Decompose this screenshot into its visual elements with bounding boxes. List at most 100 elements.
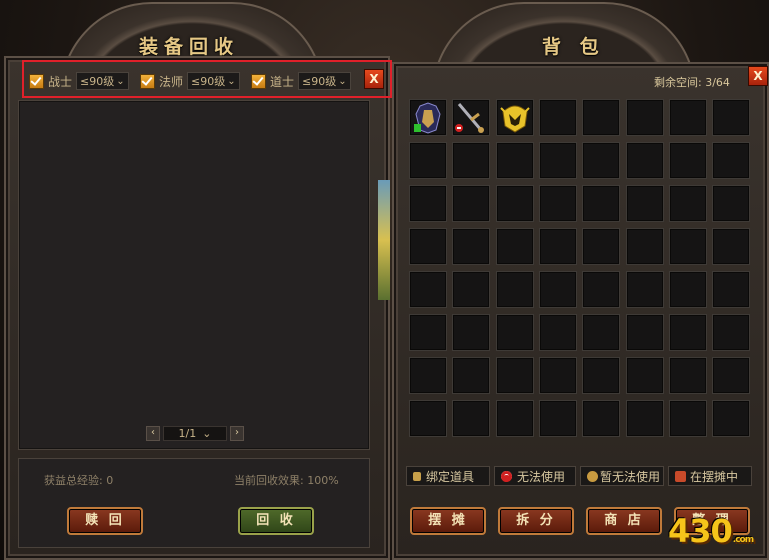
bag-slot[interactable] xyxy=(539,271,577,308)
bag-slot[interactable] xyxy=(712,357,750,394)
sword-icon xyxy=(455,103,484,133)
bag-slot[interactable] xyxy=(496,271,534,308)
legend-in-stall: 在摆摊中 xyxy=(668,466,752,486)
bag-close-button[interactable]: X xyxy=(748,66,768,86)
bag-slot[interactable] xyxy=(496,99,534,136)
mage-checkbox[interactable] xyxy=(140,73,155,89)
bag-slot[interactable] xyxy=(669,357,707,394)
bag-slot[interactable] xyxy=(496,228,534,265)
bag-slot[interactable] xyxy=(539,99,577,136)
taoist-checkbox[interactable] xyxy=(251,73,266,89)
warrior-label: 战士 xyxy=(48,74,73,89)
mage-label: 法师 xyxy=(159,74,184,89)
bag-slot[interactable] xyxy=(452,314,490,351)
legend-temp-unusable-label: 暂无法使用 xyxy=(600,469,661,484)
redeem-button[interactable]: 赎 回 xyxy=(67,507,143,535)
bag-slot[interactable] xyxy=(582,357,620,394)
bag-slot[interactable] xyxy=(669,142,707,179)
armor-icon xyxy=(414,102,441,134)
taoist-level-value: ≤90级 xyxy=(302,75,337,88)
site-logo: 430.com xyxy=(668,512,754,550)
recycle-item-area xyxy=(18,100,370,450)
recycle-efficiency-text: 当前回收效果: 100% xyxy=(234,474,339,487)
taoist-level-select[interactable]: ≤90级 ⌄ xyxy=(298,72,351,90)
chevron-down-icon: ⌄ xyxy=(227,75,236,87)
bag-slot[interactable] xyxy=(496,400,534,437)
bag-slot[interactable] xyxy=(409,314,447,351)
legend-unusable: 无法使用 xyxy=(494,466,576,486)
bag-slot[interactable] xyxy=(626,228,664,265)
bag-slot[interactable] xyxy=(669,185,707,222)
bag-slot[interactable] xyxy=(452,271,490,308)
bag-slot[interactable] xyxy=(626,185,664,222)
bag-slot[interactable] xyxy=(539,400,577,437)
bag-slot[interactable] xyxy=(626,314,664,351)
bag-slot[interactable] xyxy=(496,357,534,394)
bag-slot[interactable] xyxy=(669,314,707,351)
bag-slot[interactable] xyxy=(409,99,447,136)
bag-slot[interactable] xyxy=(582,99,620,136)
bag-slot[interactable] xyxy=(582,271,620,308)
prev-page-button[interactable]: ‹ xyxy=(146,425,160,441)
bag-slot[interactable] xyxy=(712,314,750,351)
class-filter-bar: 战士 ≤90级 ⌄ 法师 ≤90级 ⌄ 道士 ≤90级 ⌄ X xyxy=(22,60,392,98)
bag-slot[interactable] xyxy=(409,271,447,308)
bag-slot[interactable] xyxy=(409,142,447,179)
bag-slot[interactable] xyxy=(582,314,620,351)
bag-slot[interactable] xyxy=(409,185,447,222)
bag-slot[interactable] xyxy=(452,357,490,394)
bag-slot[interactable] xyxy=(669,400,707,437)
recycle-button[interactable]: 回 收 xyxy=(238,507,314,535)
bag-slot[interactable] xyxy=(452,142,490,179)
chevron-down-icon: ⌄ xyxy=(116,75,125,87)
bag-slot[interactable] xyxy=(582,142,620,179)
bag-slot[interactable] xyxy=(539,142,577,179)
bag-slot[interactable] xyxy=(409,228,447,265)
bag-slot[interactable] xyxy=(409,400,447,437)
bag-slot[interactable] xyxy=(582,185,620,222)
bag-slot[interactable] xyxy=(626,99,664,136)
legend-unusable-label: 无法使用 xyxy=(517,469,566,484)
bag-slot[interactable] xyxy=(712,228,750,265)
bag-slot[interactable] xyxy=(582,228,620,265)
mage-level-select[interactable]: ≤90级 ⌄ xyxy=(187,72,240,90)
bag-slot[interactable] xyxy=(712,142,750,179)
bag-slot[interactable] xyxy=(452,99,490,136)
bag-remaining-space: 剩余空间: 3/64 xyxy=(654,76,730,89)
logo-suffix: .com xyxy=(732,535,754,545)
bag-slot[interactable] xyxy=(496,185,534,222)
stall-button[interactable]: 摆 摊 xyxy=(410,507,486,535)
bag-slot[interactable] xyxy=(712,400,750,437)
chevron-down-icon[interactable]: ⌄ xyxy=(202,427,211,440)
bag-slot[interactable] xyxy=(452,400,490,437)
bag-slot[interactable] xyxy=(669,228,707,265)
bag-slot[interactable] xyxy=(626,357,664,394)
recycle-title: 装备回收 xyxy=(139,36,240,58)
bag-slot[interactable] xyxy=(409,357,447,394)
bag-slot[interactable] xyxy=(582,400,620,437)
chevron-down-icon: ⌄ xyxy=(338,75,347,87)
bag-slot[interactable] xyxy=(669,271,707,308)
warrior-level-value: ≤90级 xyxy=(80,75,115,88)
bag-slot[interactable] xyxy=(626,271,664,308)
bag-slot[interactable] xyxy=(539,185,577,222)
bag-slot[interactable] xyxy=(626,142,664,179)
bag-slot[interactable] xyxy=(626,400,664,437)
bag-slot[interactable] xyxy=(452,185,490,222)
shop-button[interactable]: 商 店 xyxy=(586,507,662,535)
warrior-checkbox[interactable] xyxy=(29,73,44,89)
bag-slot[interactable] xyxy=(539,314,577,351)
bag-slot[interactable] xyxy=(712,99,750,136)
bag-slot[interactable] xyxy=(712,271,750,308)
warrior-level-select[interactable]: ≤90级 ⌄ xyxy=(76,72,129,90)
recycle-close-button[interactable]: X xyxy=(364,69,384,89)
bag-slot[interactable] xyxy=(452,228,490,265)
bag-slot[interactable] xyxy=(539,228,577,265)
next-page-button[interactable]: › xyxy=(230,425,244,441)
bag-slot[interactable] xyxy=(712,185,750,222)
bag-slot[interactable] xyxy=(496,314,534,351)
bag-slot[interactable] xyxy=(669,99,707,136)
split-button[interactable]: 拆 分 xyxy=(498,507,574,535)
bag-slot[interactable] xyxy=(539,357,577,394)
bag-slot[interactable] xyxy=(496,142,534,179)
